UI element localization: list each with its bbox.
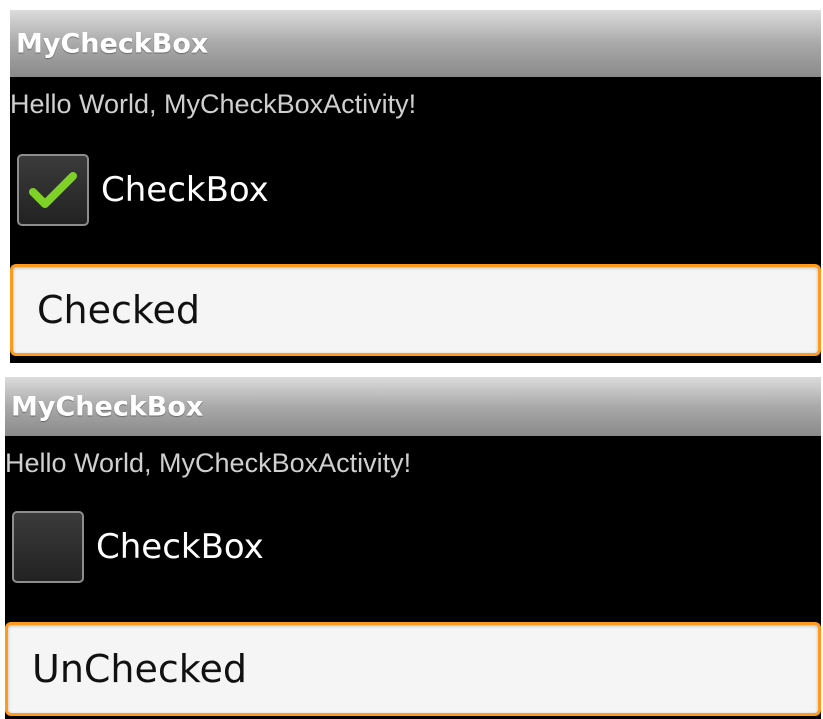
status-text: Checked: [37, 288, 201, 332]
title-bar: MyCheckBox: [5, 377, 821, 436]
app-title: MyCheckBox: [16, 28, 209, 59]
screen-checked-state: MyCheckBox Hello World, MyCheckBoxActivi…: [10, 10, 821, 363]
checkbox-label[interactable]: CheckBox: [101, 170, 269, 210]
status-text: UnChecked: [32, 647, 247, 691]
app-title: MyCheckBox: [11, 391, 204, 422]
greeting-text: Hello World, MyCheckBoxActivity!: [5, 448, 412, 478]
greeting-text: Hello World, MyCheckBoxActivity!: [10, 89, 417, 119]
checkbox-control[interactable]: CheckBox: [17, 150, 269, 230]
title-bar: MyCheckBox: [10, 10, 821, 77]
status-field[interactable]: Checked: [10, 264, 821, 356]
status-field[interactable]: UnChecked: [5, 622, 821, 716]
checkmark-icon: [29, 172, 77, 208]
checkbox-box[interactable]: [17, 154, 89, 226]
checkbox-box[interactable]: [12, 511, 84, 583]
screen-unchecked-state: MyCheckBox Hello World, MyCheckBoxActivi…: [5, 377, 821, 719]
checkbox-label[interactable]: CheckBox: [96, 527, 264, 567]
checkbox-control[interactable]: CheckBox: [12, 507, 264, 587]
